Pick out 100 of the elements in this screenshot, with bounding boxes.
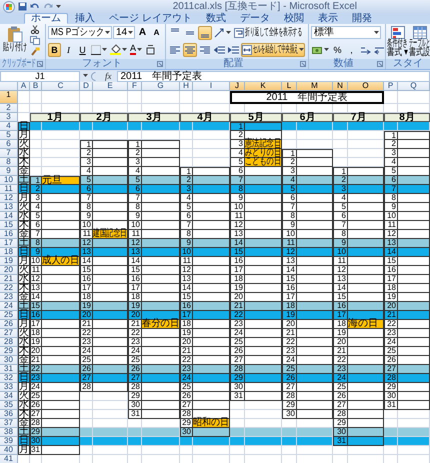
row-header[interactable]: 11 xyxy=(0,185,18,194)
dialog-launcher-icon[interactable] xyxy=(37,61,43,67)
undo-icon[interactable] xyxy=(30,2,40,11)
row-header[interactable]: 13 xyxy=(0,203,18,212)
ribbon-tab[interactable]: 数式 xyxy=(198,13,233,24)
row-header[interactable]: 38 xyxy=(0,428,18,437)
ribbon-tab[interactable]: 校閲 xyxy=(276,13,311,24)
paint-bucket-icon[interactable] xyxy=(110,44,121,55)
format-table-button[interactable]: テーブルと 書式設 xyxy=(409,25,430,58)
caret-icon[interactable] xyxy=(105,30,110,34)
function-button[interactable]: fx xyxy=(103,71,114,81)
row-header[interactable]: 5 xyxy=(0,131,18,140)
row-header[interactable]: 8 xyxy=(0,158,18,167)
column-header[interactable]: E xyxy=(93,82,128,91)
column-header[interactable]: D xyxy=(80,82,93,91)
caret-icon[interactable] xyxy=(137,48,142,52)
paste-button[interactable]: 貼り付け xyxy=(2,25,28,54)
row-header[interactable]: 7 xyxy=(0,149,18,158)
table-format-icon[interactable] xyxy=(412,26,426,39)
caret-icon[interactable] xyxy=(56,4,61,8)
column-header[interactable]: K xyxy=(245,82,282,91)
row-header[interactable]: 33 xyxy=(0,383,18,392)
column-header[interactable]: L xyxy=(282,82,297,91)
row-header[interactable]: 22 xyxy=(0,284,18,293)
ribbon-tab[interactable]: 表示 xyxy=(310,13,345,24)
caret-icon[interactable] xyxy=(226,30,231,34)
row-header[interactable]: 31 xyxy=(0,365,18,374)
column-header[interactable]: I xyxy=(193,82,230,91)
grow-font-button[interactable]: A xyxy=(136,26,149,40)
row-header[interactable]: 9 xyxy=(0,167,18,176)
office-button-icon[interactable] xyxy=(3,0,15,12)
shrink-font-button[interactable]: A xyxy=(150,26,163,40)
merge-icon[interactable] xyxy=(242,44,252,54)
row-header[interactable]: 32 xyxy=(0,374,18,383)
font-size-field[interactable]: 14 xyxy=(113,26,135,39)
paste-icon[interactable] xyxy=(7,26,23,43)
row-header[interactable]: 29 xyxy=(0,347,18,356)
copy-icon[interactable] xyxy=(30,36,40,45)
ribbon-tab[interactable]: ページ レイアウト xyxy=(102,13,199,24)
row-header[interactable]: 19 xyxy=(0,257,18,266)
brush-icon[interactable] xyxy=(30,47,40,56)
column-header[interactable]: G xyxy=(142,82,180,91)
row-header[interactable]: 41 xyxy=(0,455,18,463)
column-header[interactable]: C xyxy=(42,82,80,91)
ribbon-tab[interactable]: データ xyxy=(232,13,277,24)
row-header[interactable]: 20 xyxy=(0,266,18,275)
row-header[interactable]: 10 xyxy=(0,176,18,185)
row-header[interactable]: 40 xyxy=(0,446,18,455)
column-header[interactable]: F xyxy=(128,82,142,91)
row-header[interactable]: 30 xyxy=(0,356,18,365)
column-header[interactable]: P xyxy=(384,82,398,91)
caret-icon[interactable] xyxy=(122,48,127,52)
number-style-button[interactable]: % xyxy=(331,42,344,56)
column-header[interactable]: Q xyxy=(398,82,430,91)
borders-button[interactable] xyxy=(90,42,108,56)
row-header[interactable]: 28 xyxy=(0,338,18,347)
font-style-button[interactable]: I xyxy=(62,42,75,56)
wrap-text-icon[interactable] xyxy=(234,28,244,38)
dialog-launcher-icon[interactable] xyxy=(157,61,163,67)
row-header[interactable]: 24 xyxy=(0,302,18,311)
column-header[interactable]: O xyxy=(348,82,384,91)
column-header[interactable]: B xyxy=(30,82,42,91)
row-header[interactable]: 37 xyxy=(0,419,18,428)
row-header[interactable]: 17 xyxy=(0,239,18,248)
font-style-button[interactable]: B xyxy=(48,42,61,56)
fill-color-button[interactable] xyxy=(109,42,128,56)
column-header[interactable]: N xyxy=(333,82,348,91)
number-format-field[interactable]: 標準 xyxy=(311,26,381,39)
caret-icon[interactable] xyxy=(374,30,379,34)
ribbon-tab[interactable]: ホーム xyxy=(24,13,68,24)
font-style-button[interactable]: U xyxy=(76,42,89,56)
row-header[interactable]: 23 xyxy=(0,293,18,302)
caret-icon[interactable] xyxy=(128,30,133,34)
column-header[interactable]: A xyxy=(18,82,30,91)
caret-icon[interactable] xyxy=(324,48,329,52)
wrap-text-button[interactable]: 折り返して全体を表示する xyxy=(233,26,303,40)
dialog-launcher-icon[interactable] xyxy=(377,61,383,67)
caret-icon[interactable] xyxy=(102,48,107,52)
scissors-icon[interactable] xyxy=(30,25,40,34)
name-box[interactable]: J1 xyxy=(0,70,80,82)
row-header[interactable]: 16 xyxy=(0,230,18,239)
font-name-field[interactable]: MS Pゴシック xyxy=(48,26,112,39)
formula-field[interactable]: 2011 年間予定表 xyxy=(116,70,430,82)
number-style-button[interactable]: , xyxy=(345,42,358,56)
column-header[interactable]: M xyxy=(297,82,333,91)
conditional-format-button[interactable]: 条件付き 書式 ▾ xyxy=(387,25,408,58)
row-header[interactable]: 1 xyxy=(0,91,18,104)
row-header[interactable]: 39 xyxy=(0,437,18,446)
row-header[interactable]: 27 xyxy=(0,329,18,338)
column-header[interactable]: J xyxy=(230,82,245,91)
caret-icon[interactable] xyxy=(299,48,304,52)
row-header[interactable]: 18 xyxy=(0,248,18,257)
conditional-format-icon[interactable] xyxy=(390,26,404,39)
row-header[interactable]: 36 xyxy=(0,410,18,419)
row-header[interactable]: 3 xyxy=(0,113,18,122)
save-icon[interactable] xyxy=(18,2,27,11)
currency-icon[interactable] xyxy=(312,44,323,54)
ribbon-tab[interactable]: 挿入 xyxy=(68,13,102,24)
row-header[interactable]: 15 xyxy=(0,221,18,230)
row-header[interactable]: 14 xyxy=(0,212,18,221)
